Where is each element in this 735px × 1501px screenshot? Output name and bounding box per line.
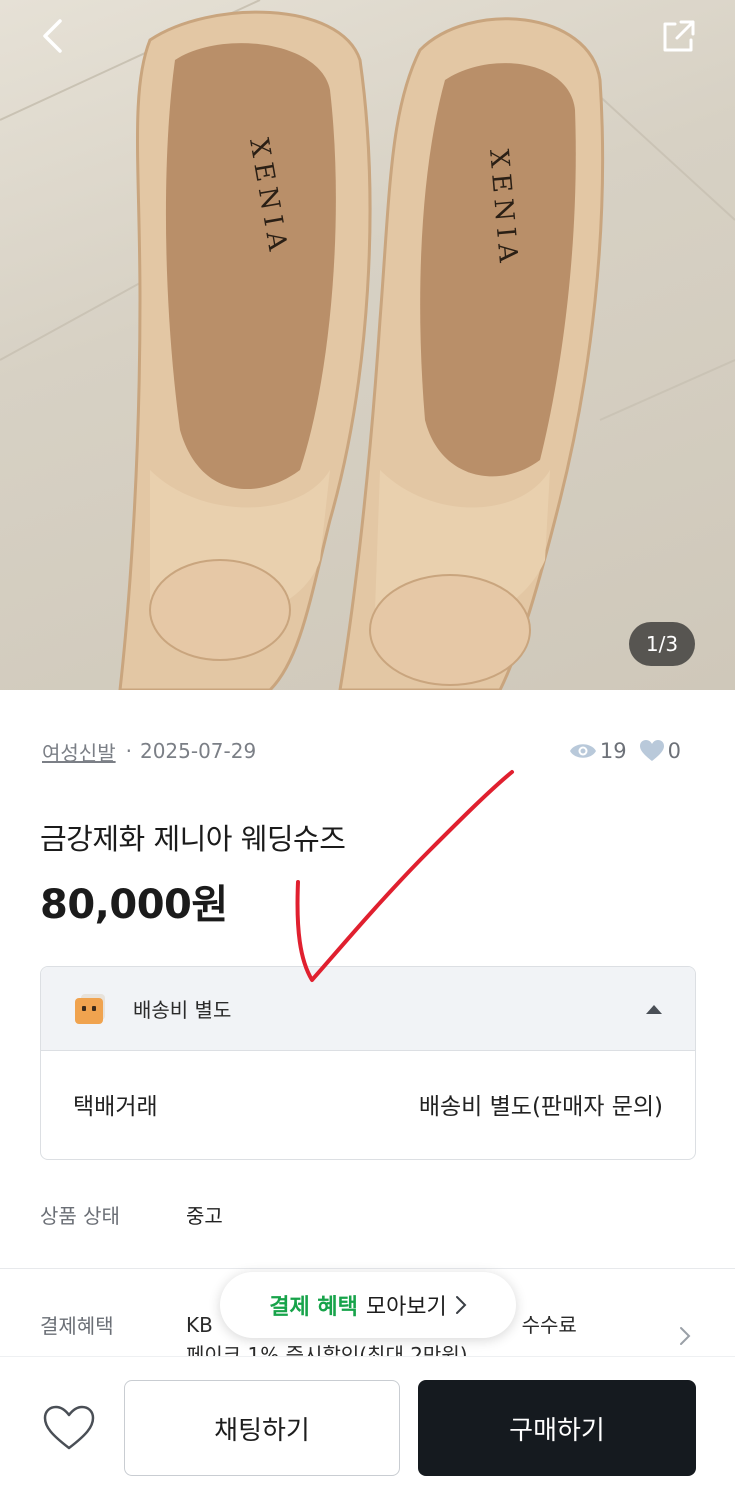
likes-count: 0 (639, 739, 681, 763)
image-counter: 1/3 (629, 622, 695, 666)
chat-button[interactable]: 채팅하기 (124, 1380, 400, 1476)
product-photo[interactable]: XENIA XENIA 1/3 (0, 0, 735, 690)
views-value: 19 (599, 739, 627, 763)
package-icon (75, 993, 105, 1024)
heart-outline-icon (43, 1405, 95, 1450)
shipping-header-label: 배송비 별도 (133, 998, 232, 1022)
product-title: 금강제화 제니아 웨딩슈즈 (40, 822, 346, 856)
views-count: 19 (569, 739, 627, 763)
share-icon (663, 20, 695, 52)
chevron-left-icon (43, 19, 62, 53)
benefit-pill-label: 모아보기 (365, 1295, 447, 1320)
condition-label: 상품 상태 (40, 1204, 120, 1228)
benefit-pill-highlight: 결제 혜택 (269, 1295, 358, 1320)
share-button[interactable] (659, 18, 703, 62)
payment-line-1-end: 수수료 (521, 1313, 577, 1337)
meta-separator: · (125, 739, 132, 763)
payment-label: 결제혜택 (40, 1314, 114, 1338)
stats: 19 0 (561, 734, 681, 768)
heart-filled-icon (639, 740, 664, 761)
category-link[interactable]: 여성신발 (42, 737, 116, 766)
shipping-method: 택배거래 (73, 1094, 158, 1120)
condition-row: 상품 상태 중고 (40, 1200, 223, 1229)
condition-value: 중고 (186, 1204, 223, 1228)
payment-benefits-button[interactable]: 결제 혜택 모아보기 (220, 1272, 516, 1338)
shoes-illustration: XENIA XENIA (0, 0, 735, 690)
shipping-detail-row: 택배거래 배송비 별도(판매자 문의) (41, 1051, 695, 1157)
shipping-header[interactable]: 배송비 별도 (41, 967, 695, 1051)
like-button[interactable] (40, 1402, 98, 1454)
back-button[interactable] (40, 18, 84, 62)
shipping-panel: 배송비 별도 택배거래 배송비 별도(판매자 문의) (40, 966, 696, 1160)
likes-value: 0 (667, 739, 681, 763)
post-date: 2025-07-29 (139, 739, 257, 763)
chevron-right-icon (455, 1296, 467, 1314)
chevron-right-icon[interactable] (679, 1326, 691, 1346)
product-price: 80,000원 (40, 882, 228, 928)
payment-line-1-start: KB (186, 1313, 213, 1337)
shipping-method-detail: 배송비 별도(판매자 문의) (418, 1094, 663, 1120)
section-divider (0, 1268, 735, 1269)
eye-icon (569, 744, 596, 758)
buy-button[interactable]: 구매하기 (418, 1380, 696, 1476)
caret-up-icon (646, 1005, 662, 1014)
